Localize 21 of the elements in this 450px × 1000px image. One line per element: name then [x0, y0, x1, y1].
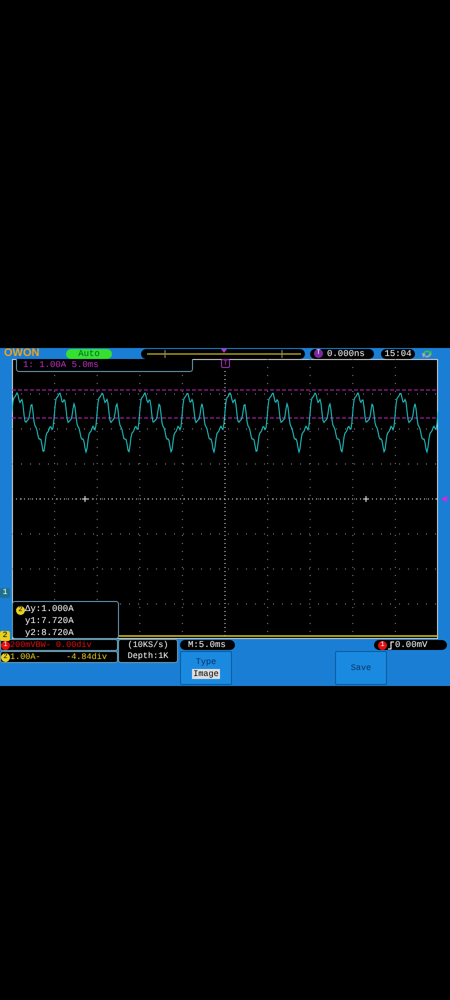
cursor-value: Δy:1.000A — [25, 604, 74, 614]
sample-rate: (10KS/s) — [126, 640, 170, 651]
brand-logo: OWON — [4, 348, 40, 359]
clock-display: 15:04 — [381, 348, 415, 358]
channel-marker[interactable]: 2 — [0, 631, 10, 641]
channel-marker[interactable]: 1 — [0, 588, 10, 598]
rising-edge-icon — [387, 640, 395, 650]
trigger-time-value: 0.000ns — [327, 348, 365, 358]
softkey-value: Image — [192, 669, 220, 679]
cursor-value: y2:8.720A — [25, 628, 74, 638]
cursor-value: y1:7.720A — [25, 616, 74, 626]
softkey-button[interactable]: Type Image — [180, 651, 232, 685]
memory-depth: Depth:1K — [126, 651, 170, 662]
channel-setting-text: 1.00A- -4.84div — [10, 651, 107, 663]
channel-info: 1: 1.00A 5.0ms — [16, 359, 193, 372]
timebase-display: M:5.0ms — [180, 640, 235, 650]
mode-indicator: Auto — [66, 348, 112, 358]
channel-setting-text: 200mVBW- 0.00div — [10, 639, 92, 651]
trigger-level-value: 0.00mV — [395, 640, 428, 650]
softkey-button[interactable]: Save — [335, 651, 387, 685]
trigger-level-icon — [441, 496, 447, 502]
